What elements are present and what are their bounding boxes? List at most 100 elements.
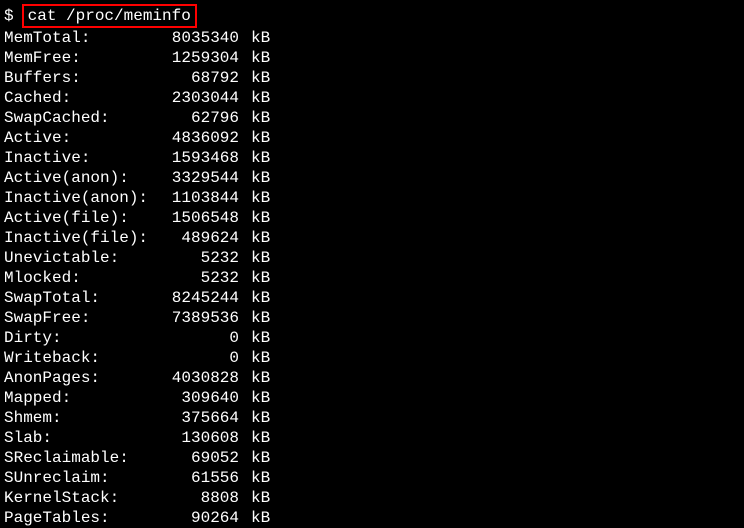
meminfo-value: 7389536: [164, 308, 239, 328]
meminfo-label: Writeback:: [4, 348, 164, 368]
meminfo-value: 68792: [164, 68, 239, 88]
meminfo-label: SReclaimable:: [4, 448, 164, 468]
command-text: cat /proc/meminfo: [22, 4, 197, 28]
meminfo-value: 0: [164, 328, 239, 348]
meminfo-label: PageTables:: [4, 508, 164, 528]
meminfo-unit: kB: [251, 148, 270, 168]
meminfo-value: 4030828: [164, 368, 239, 388]
meminfo-unit: kB: [251, 88, 270, 108]
meminfo-row: Active(anon):3329544 kB: [4, 168, 740, 188]
meminfo-value: 8808: [164, 488, 239, 508]
meminfo-value: 1259304: [164, 48, 239, 68]
meminfo-unit: kB: [251, 368, 270, 388]
meminfo-value: 489624: [164, 228, 239, 248]
meminfo-output: MemTotal:8035340kBMemFree:1259304kBBuffe…: [4, 28, 740, 528]
meminfo-label: AnonPages:: [4, 368, 164, 388]
meminfo-unit: kB: [251, 228, 270, 248]
meminfo-row: SwapFree:7389536 kB: [4, 308, 740, 328]
meminfo-unit: kB: [251, 508, 270, 528]
meminfo-row: Cached:2303044 kB: [4, 88, 740, 108]
meminfo-unit: kB: [251, 48, 270, 68]
meminfo-value: 375664: [164, 408, 239, 428]
meminfo-row: KernelStack:8808 kB: [4, 488, 740, 508]
meminfo-value: 5232: [164, 268, 239, 288]
meminfo-unit: kB: [251, 168, 270, 188]
meminfo-value: 61556: [164, 468, 239, 488]
meminfo-row: PageTables:90264 kB: [4, 508, 740, 528]
meminfo-unit: kB: [251, 448, 270, 468]
meminfo-row: MemTotal:8035340 kB: [4, 28, 740, 48]
meminfo-label: Inactive(file):: [4, 228, 164, 248]
meminfo-row: Mapped:309640kB: [4, 388, 740, 408]
meminfo-label: Active(anon):: [4, 168, 164, 188]
meminfo-row: Slab:130608 kB: [4, 428, 740, 448]
meminfo-row: SUnreclaim:61556 kB: [4, 468, 740, 488]
meminfo-value: 309640: [164, 388, 239, 408]
meminfo-unit: kB: [251, 308, 270, 328]
meminfo-label: Dirty:: [4, 328, 164, 348]
meminfo-label: Active:: [4, 128, 164, 148]
meminfo-row: Writeback:0 kB: [4, 348, 740, 368]
meminfo-row: MemFree:1259304 kB: [4, 48, 740, 68]
meminfo-unit: kB: [251, 28, 270, 48]
meminfo-label: SwapCached:: [4, 108, 164, 128]
meminfo-value: 69052: [164, 448, 239, 468]
meminfo-unit: kB: [251, 248, 270, 268]
meminfo-row: SwapTotal:8245244kB: [4, 288, 740, 308]
meminfo-unit: kB: [251, 488, 270, 508]
meminfo-value: 62796: [164, 108, 239, 128]
meminfo-value: 8035340: [164, 28, 239, 48]
meminfo-row: Dirty:0 kB: [4, 328, 740, 348]
meminfo-label: SUnreclaim:: [4, 468, 164, 488]
meminfo-unit: kB: [251, 328, 270, 348]
meminfo-label: Inactive(anon):: [4, 188, 164, 208]
meminfo-unit: kB: [251, 288, 270, 308]
meminfo-unit: kB: [251, 268, 270, 288]
meminfo-row: Mlocked:5232 kB: [4, 268, 740, 288]
meminfo-unit: kB: [251, 108, 270, 128]
meminfo-label: Shmem:: [4, 408, 164, 428]
meminfo-row: Active:4836092 kB: [4, 128, 740, 148]
meminfo-unit: kB: [251, 428, 270, 448]
meminfo-unit: kB: [251, 208, 270, 228]
meminfo-value: 0: [164, 348, 239, 368]
meminfo-row: Inactive(file):489624 kB: [4, 228, 740, 248]
meminfo-row: SReclaimable:69052 kB: [4, 448, 740, 468]
meminfo-label: Cached:: [4, 88, 164, 108]
meminfo-unit: kB: [251, 128, 270, 148]
meminfo-label: Inactive:: [4, 148, 164, 168]
meminfo-row: Unevictable:5232 kB: [4, 248, 740, 268]
meminfo-label: KernelStack:: [4, 488, 164, 508]
meminfo-row: AnonPages:4030828 kB: [4, 368, 740, 388]
meminfo-row: Active(file):1506548 kB: [4, 208, 740, 228]
meminfo-value: 130608: [164, 428, 239, 448]
prompt-symbol: $: [4, 6, 14, 26]
meminfo-value: 1103844: [164, 188, 239, 208]
meminfo-unit: kB: [251, 188, 270, 208]
meminfo-label: Slab:: [4, 428, 164, 448]
meminfo-unit: kB: [251, 348, 270, 368]
meminfo-value: 5232: [164, 248, 239, 268]
meminfo-unit: kB: [251, 68, 270, 88]
meminfo-value: 3329544: [164, 168, 239, 188]
meminfo-label: SwapTotal:: [4, 288, 164, 308]
meminfo-label: Mlocked:: [4, 268, 164, 288]
meminfo-row: Shmem:375664 kB: [4, 408, 740, 428]
meminfo-label: SwapFree:: [4, 308, 164, 328]
meminfo-row: Inactive(anon):1103844 kB: [4, 188, 740, 208]
meminfo-value: 1593468: [164, 148, 239, 168]
command-line[interactable]: $ cat /proc/meminfo: [4, 4, 740, 28]
meminfo-label: MemTotal:: [4, 28, 164, 48]
meminfo-value: 2303044: [164, 88, 239, 108]
meminfo-row: Buffers:68792 kB: [4, 68, 740, 88]
meminfo-value: 90264: [164, 508, 239, 528]
meminfo-value: 1506548: [164, 208, 239, 228]
meminfo-label: MemFree:: [4, 48, 164, 68]
meminfo-unit: kB: [251, 468, 270, 488]
meminfo-value: 4836092: [164, 128, 239, 148]
meminfo-label: Unevictable:: [4, 248, 164, 268]
meminfo-label: Active(file):: [4, 208, 164, 228]
meminfo-unit: kB: [251, 408, 270, 428]
meminfo-label: Buffers:: [4, 68, 164, 88]
meminfo-label: Mapped:: [4, 388, 164, 408]
